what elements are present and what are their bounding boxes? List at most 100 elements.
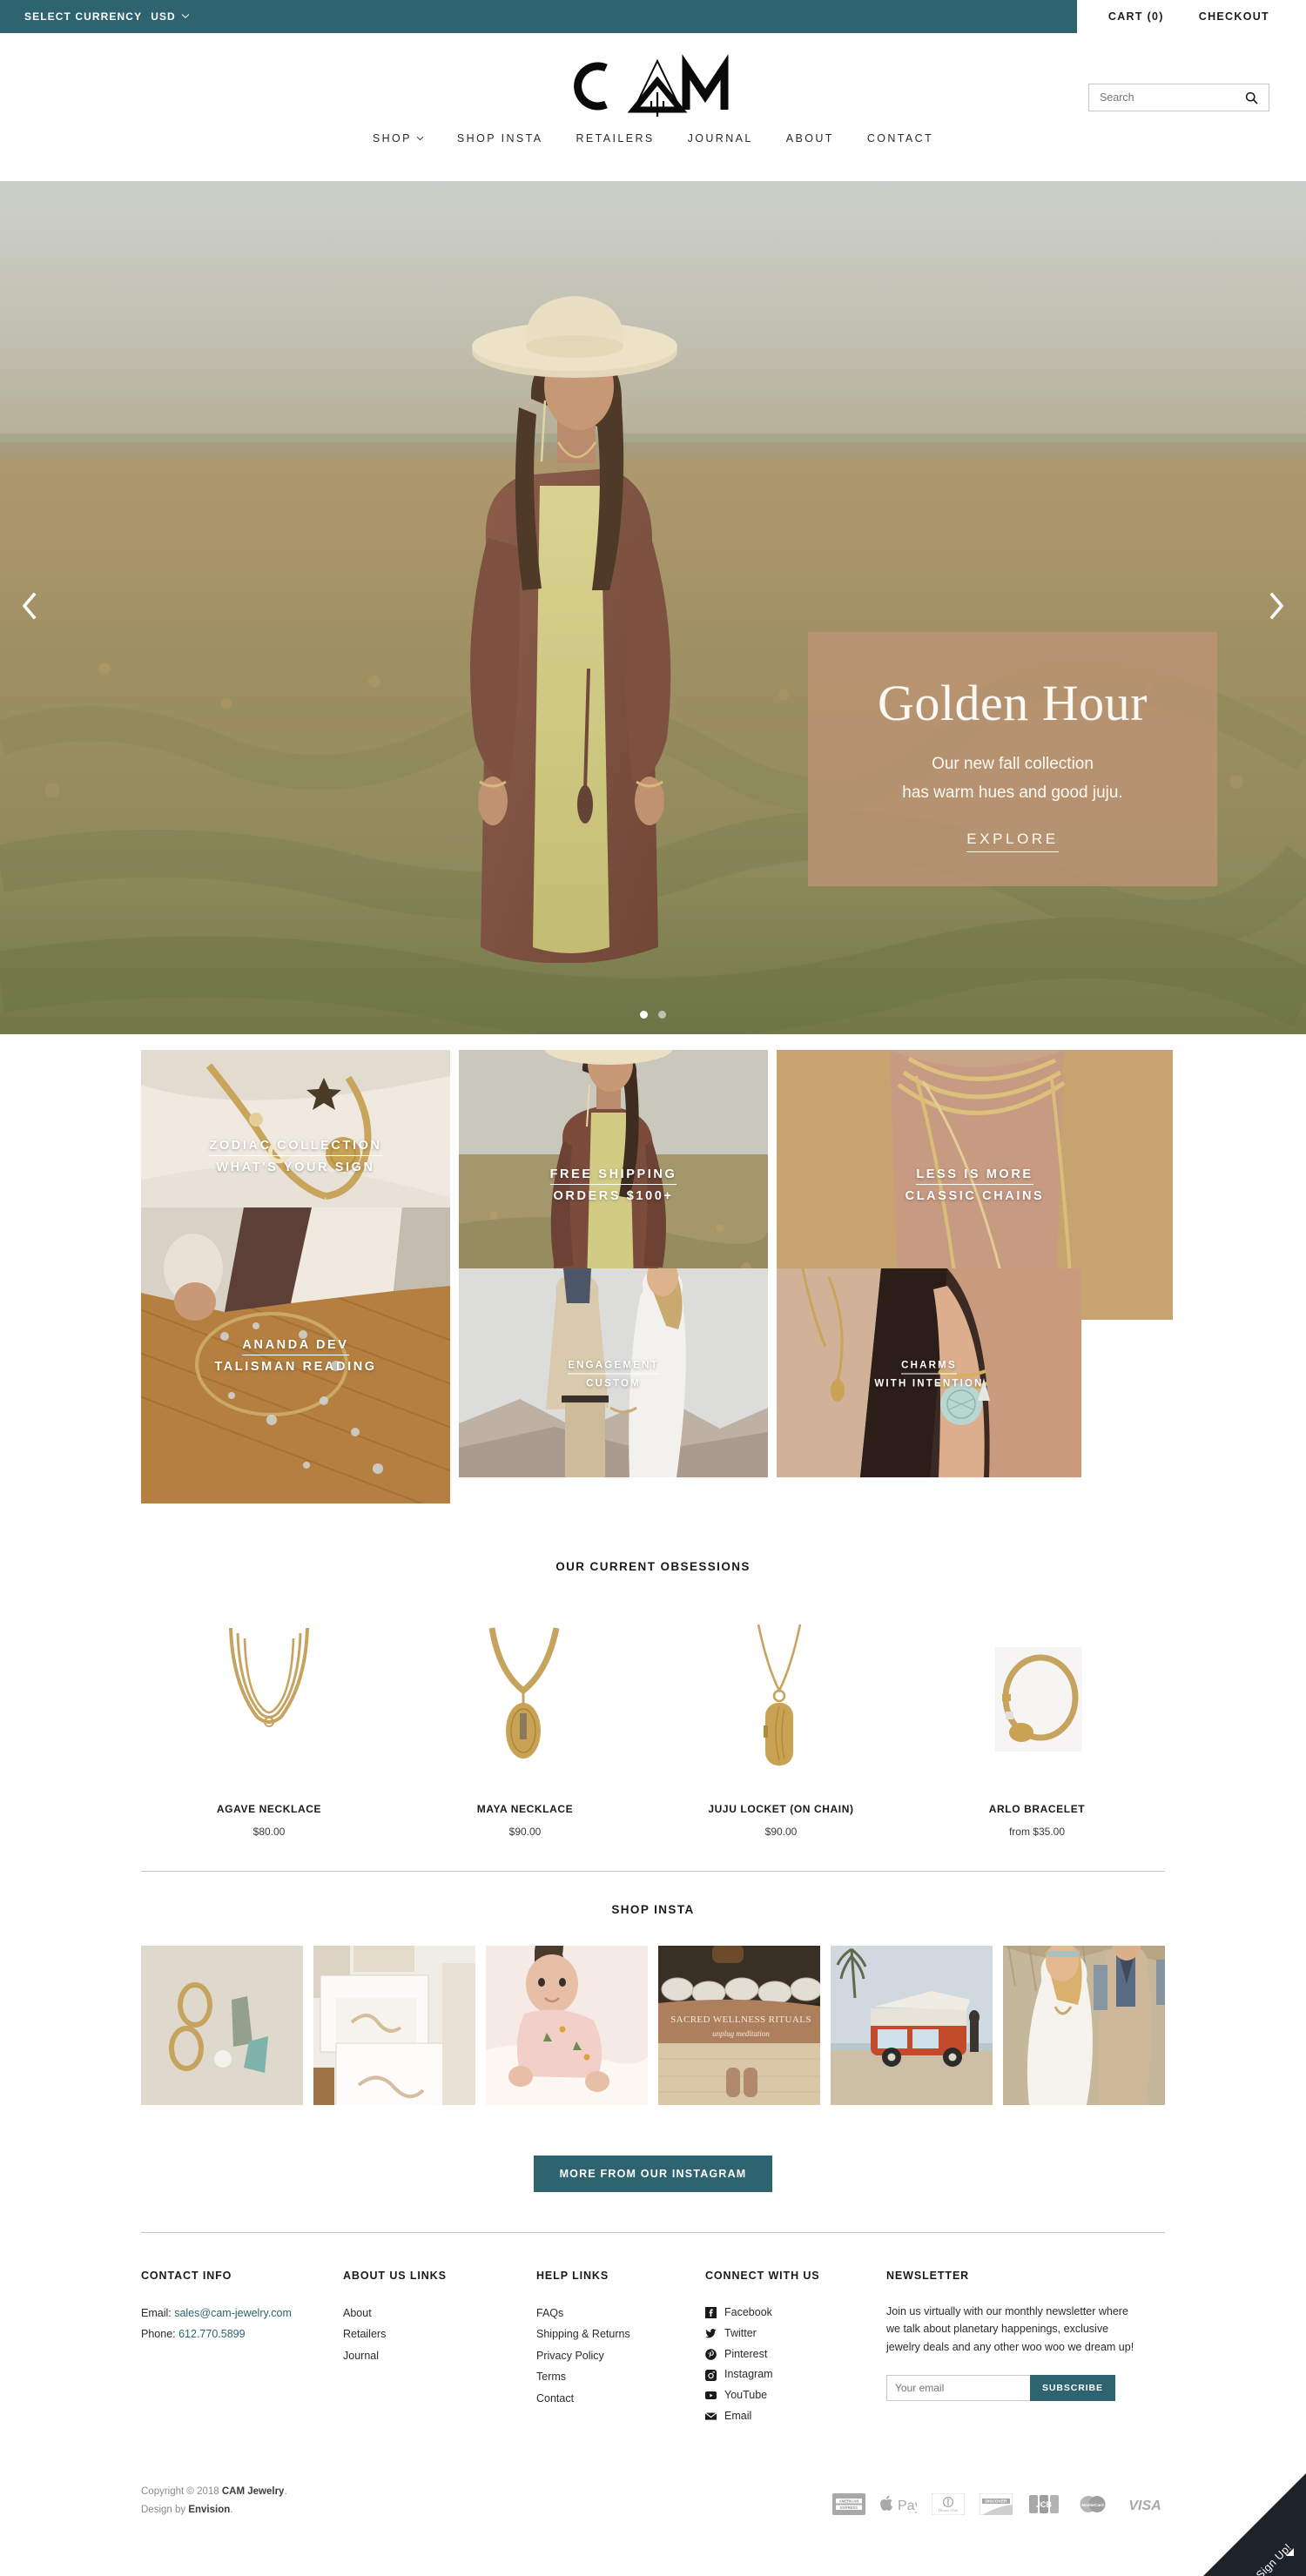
chevron-down-icon <box>416 134 424 144</box>
nav-item-shop[interactable]: SHOP <box>373 132 424 145</box>
cart-link[interactable]: CART (0) <box>1108 10 1164 23</box>
footer-link-contact[interactable]: Contact <box>536 2388 705 2409</box>
footer-col-contact: CONTACT INFO Email: sales@cam-jewelry.co… <box>141 2270 343 2427</box>
product-image-maya-necklace <box>488 1627 560 1759</box>
insta-overlay-line1: SACRED WELLNESS RITUALS <box>670 2014 811 2025</box>
insta-post[interactable]: SACRED WELLNESS RITUALS unplug meditatio… <box>658 1946 820 2105</box>
product-price: from $35.00 <box>1008 1826 1066 1838</box>
tile-caption: CHARMS WITH INTENTION <box>777 1357 1081 1389</box>
carousel-next-button[interactable] <box>1259 589 1296 626</box>
checkout-link[interactable]: CHECKOUT <box>1199 10 1269 23</box>
hero-image-woman-in-field <box>0 181 1306 1034</box>
signup-ribbon[interactable]: Sign Up! <box>1203 2473 1306 2576</box>
social-label-instagram: Instagram <box>724 2368 773 2381</box>
nav-item-shop-insta[interactable]: SHOP INSTA <box>457 132 543 145</box>
footer-link-retailers[interactable]: Retailers <box>343 2324 536 2344</box>
carousel-dot-2[interactable] <box>658 1011 666 1019</box>
design-credit-line: Design by Envision. <box>141 2501 287 2519</box>
search-icon[interactable] <box>1245 91 1269 104</box>
product-grid: AGAVE NECKLACE $80.00 MAYA NECKLACE $90.… <box>141 1573 1165 1838</box>
newsletter-email-input[interactable] <box>886 2374 1030 2401</box>
nav-item-journal[interactable]: JOURNAL <box>688 132 753 145</box>
logo[interactable] <box>568 52 738 120</box>
copyright-brand[interactable]: CAM Jewelry <box>222 2486 285 2497</box>
footer-link-terms[interactable]: Terms <box>536 2366 705 2387</box>
insta-post[interactable] <box>1003 1946 1165 2105</box>
social-label-email: Email <box>724 2409 752 2422</box>
chevron-right-icon <box>1269 591 1286 624</box>
amex-icon: AMERICAN EXPRESS <box>832 2493 865 2519</box>
footer-link-faqs[interactable]: FAQs <box>536 2303 705 2324</box>
product-card[interactable]: ARLO BRACELET from $35.00 <box>909 1618 1165 1838</box>
footer-phone-link[interactable]: 612.770.5899 <box>178 2328 245 2340</box>
search-box[interactable] <box>1088 84 1269 111</box>
product-price: $90.00 <box>764 1826 798 1838</box>
svg-text:MasterCard: MasterCard <box>1081 2503 1103 2507</box>
site-header: SHOP SHOP INSTA RETAILERS JOURNAL ABOUT … <box>0 33 1306 181</box>
tile-caption: ENGAGEMENT CUSTOM <box>459 1357 768 1389</box>
footer-bottom-bar: Copyright © 2018 CAM Jewelry. Design by … <box>141 2483 1165 2564</box>
copyright-suffix: . <box>284 2485 287 2497</box>
social-link-email[interactable]: Email <box>705 2406 886 2427</box>
product-price: $90.00 <box>508 1826 542 1838</box>
instagram-icon <box>705 2369 717 2381</box>
product-name: JUJU LOCKET (ON CHAIN) <box>708 1803 854 1815</box>
facebook-icon <box>705 2307 717 2319</box>
footer-col-newsletter: NEWSLETTER Join us virtually with our mo… <box>886 2270 1165 2427</box>
product-card[interactable]: JUJU LOCKET (ON CHAIN) $90.00 <box>653 1618 909 1838</box>
carousel-prev-button[interactable] <box>10 589 47 626</box>
payment-methods: AMERICAN EXPRESS Pay Diners Club DISCOVER… <box>832 2492 1165 2519</box>
tile-caption: ANANDA DEV TALISMAN READING <box>141 1337 450 1374</box>
tile-caption-line1: FREE SHIPPING <box>549 1167 677 1185</box>
footer-link-privacy-policy[interactable]: Privacy Policy <box>536 2345 705 2366</box>
social-label-youtube: YouTube <box>724 2389 768 2401</box>
insta-post[interactable] <box>486 1946 648 2105</box>
footer-link-journal[interactable]: Journal <box>343 2345 536 2366</box>
tile-ananda-dev-talisman-reading[interactable]: ANANDA DEV TALISMAN READING <box>141 1207 450 1503</box>
nav-item-about[interactable]: ABOUT <box>786 132 834 145</box>
social-link-instagram[interactable]: Instagram <box>705 2364 886 2385</box>
product-price: $80.00 <box>252 1826 286 1838</box>
svg-text:JCB: JCB <box>1036 2500 1053 2509</box>
diners-club-icon: Diners Club <box>931 2492 966 2519</box>
chevron-left-icon <box>20 591 37 624</box>
product-card[interactable]: MAYA NECKLACE $90.00 <box>397 1618 653 1838</box>
tile-charms-with-intention[interactable]: CHARMS WITH INTENTION <box>777 1268 1081 1477</box>
insta-post[interactable] <box>831 1946 993 2105</box>
nav-item-retailers[interactable]: RETAILERS <box>576 132 654 145</box>
insta-post[interactable] <box>141 1946 303 2105</box>
newsletter-subscribe-button[interactable]: SUBSCRIBE <box>1030 2374 1115 2401</box>
social-link-pinterest[interactable]: Pinterest <box>705 2344 886 2365</box>
insta-post[interactable] <box>313 1946 475 2105</box>
footer-email-link[interactable]: sales@cam-jewelry.com <box>174 2307 292 2319</box>
svg-text:Diners Club: Diners Club <box>939 2508 959 2512</box>
product-image-arlo-bracelet <box>995 1647 1082 1752</box>
design-brand[interactable]: Envision <box>188 2505 230 2515</box>
tile-caption-line1: LESS IS MORE <box>916 1167 1033 1185</box>
footer-link-about[interactable]: About <box>343 2303 536 2324</box>
carousel-dot-1[interactable] <box>640 1011 648 1019</box>
social-link-twitter[interactable]: Twitter <box>705 2324 886 2344</box>
insta-image-baby <box>486 1946 648 2105</box>
footer: CONTACT INFO Email: sales@cam-jewelry.co… <box>141 2233 1165 2427</box>
search-input[interactable] <box>1089 91 1245 104</box>
product-card[interactable]: AGAVE NECKLACE $80.00 <box>141 1618 397 1838</box>
hero-carousel[interactable]: Golden Hour Our new fall collection has … <box>0 181 1306 1034</box>
currency-selector[interactable]: SELECT CURRENCY USD <box>24 10 190 23</box>
newsletter-description: Join us virtually with our monthly newsl… <box>886 2305 1134 2353</box>
footer-col-connect: CONNECT WITH US Facebook Twitter Pintere… <box>705 2270 886 2427</box>
social-link-youtube[interactable]: YouTube <box>705 2385 886 2406</box>
tile-caption-line2: ORDERS $100+ <box>553 1189 674 1203</box>
nav-item-contact[interactable]: CONTACT <box>867 132 933 145</box>
ribbon-shape <box>1203 2473 1306 2576</box>
hero-explore-button[interactable]: EXPLORE <box>966 831 1059 852</box>
footer-link-shipping-returns[interactable]: Shipping & Returns <box>536 2324 705 2344</box>
footer-phone-label: Phone: <box>141 2328 179 2341</box>
footer-heading-help: HELP LINKS <box>536 2270 609 2282</box>
more-from-instagram-button[interactable]: MORE FROM OUR INSTAGRAM <box>533 2156 773 2192</box>
tile-engagement-custom[interactable]: ENGAGEMENT CUSTOM <box>459 1268 768 1477</box>
svg-text:AMERICAN: AMERICAN <box>839 2499 859 2503</box>
social-link-facebook[interactable]: Facebook <box>705 2303 886 2324</box>
tile-caption-line2: TALISMAN READING <box>214 1360 377 1374</box>
product-name: AGAVE NECKLACE <box>216 1803 322 1815</box>
